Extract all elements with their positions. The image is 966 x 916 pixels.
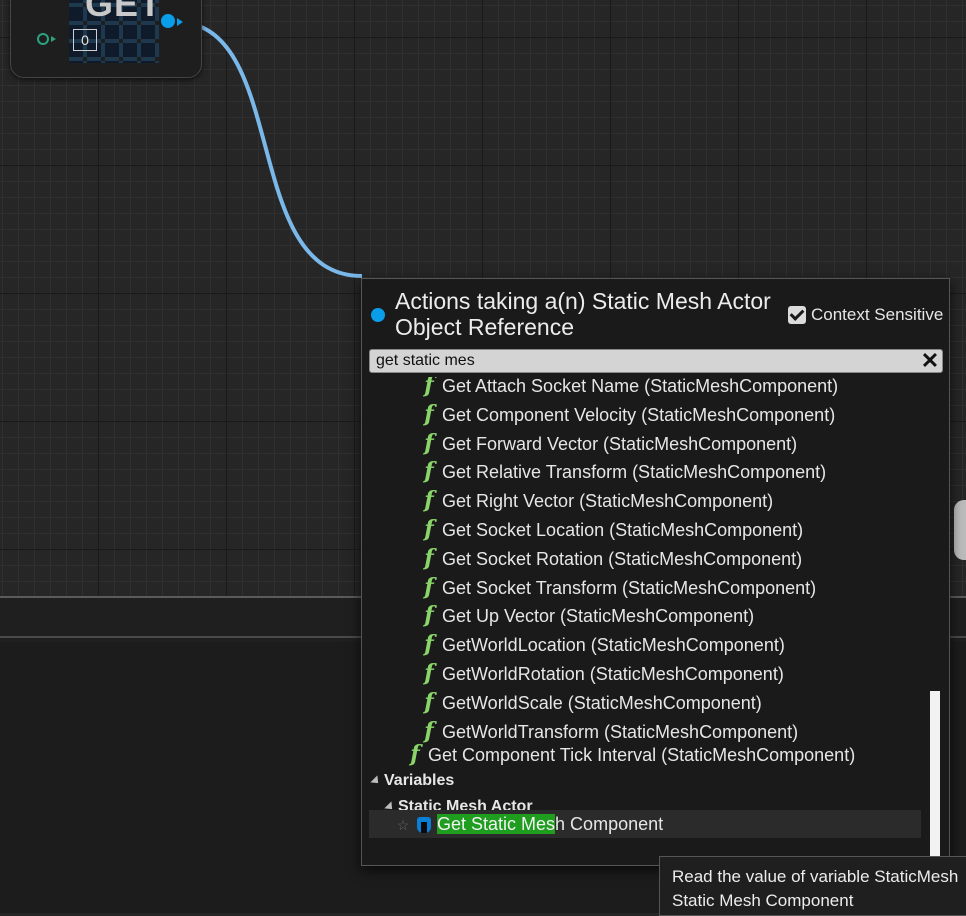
list-item[interactable]: f Get Component Velocity (StaticMeshCompo…	[418, 400, 925, 428]
function-icon: f	[424, 487, 434, 514]
function-icon: f	[424, 688, 434, 715]
scrollbar-thumb[interactable]	[930, 691, 940, 861]
action-list: f Get Attach Socket Name (StaticMeshCompo…	[369, 377, 925, 861]
node-title: GET	[85, 0, 163, 24]
list-item[interactable]: f GetWorldLocation (StaticMeshComponent)	[418, 630, 925, 658]
category-variables[interactable]: Variables	[370, 768, 925, 794]
context-sensitive-checkbox[interactable]	[788, 306, 806, 324]
list-item-label: Get Socket Transform (StaticMeshComponen…	[442, 577, 817, 598]
function-icon: f	[424, 602, 434, 629]
function-icon: f	[424, 429, 434, 456]
function-icon: f	[424, 573, 434, 600]
function-icon: f	[424, 377, 434, 398]
list-item-label: Get Attach Socket Name (StaticMeshCompon…	[442, 377, 839, 396]
object-pin-icon	[371, 308, 385, 322]
list-item[interactable]: f Get Relative Transform (StaticMeshCompo…	[418, 457, 925, 485]
menu-title: Actions taking a(n) Static Mesh Actor Ob…	[395, 288, 771, 340]
array-input-pin-icon[interactable]	[37, 33, 49, 45]
category-label: Variables	[384, 772, 455, 789]
search-match-highlight: Get Static Mes	[437, 814, 556, 834]
pin-arrow-icon	[177, 18, 183, 26]
star-icon[interactable]: ☆	[395, 811, 411, 839]
list-item[interactable]: f Get Socket Rotation (StaticMeshComponen…	[418, 544, 925, 572]
search-box[interactable]: ✕	[369, 349, 943, 373]
output-pin-icon[interactable]	[161, 14, 175, 28]
get-array-node[interactable]: GET 0	[10, 0, 202, 78]
search-input[interactable]	[370, 350, 922, 372]
function-icon: f	[424, 660, 434, 686]
action-menu: Actions taking a(n) Static Mesh Actor Ob…	[361, 278, 950, 866]
list-item-label: Get Component Tick Interval (StaticMeshC…	[428, 745, 856, 765]
list-item[interactable]: f Get Right Vector (StaticMeshComponent)	[418, 486, 925, 514]
list-item[interactable]: f GetWorldRotation (StaticMeshComponent)	[418, 659, 925, 687]
list-item[interactable]: f Get Socket Location (StaticMeshComponen…	[418, 515, 925, 543]
list-item[interactable]: f Get Forward Vector (StaticMeshComponent…	[418, 429, 925, 457]
list-item-label: Get Relative Transform (StaticMeshCompon…	[442, 462, 827, 483]
list-item[interactable]: f Get Component Tick Interval (StaticMesh…	[404, 740, 925, 768]
list-item[interactable]: f Get Socket Transform (StaticMeshCompone…	[418, 573, 925, 601]
tooltip-line-1: Read the value of variable StaticMesh	[672, 867, 959, 886]
function-icon: f	[424, 516, 434, 542]
list-item-label: GetWorldScale (StaticMeshComponent)	[442, 692, 762, 713]
list-item[interactable]: f GetWorldScale (StaticMeshComponent)	[418, 688, 925, 716]
context-sensitive-label: Context Sensitive	[811, 305, 944, 324]
variable-icon	[415, 815, 433, 835]
list-item-label: GetWorldLocation (StaticMeshComponent)	[442, 635, 785, 656]
list-item-label: Get Socket Location (StaticMeshComponent…	[442, 520, 804, 540]
scrollbar[interactable]	[930, 377, 940, 861]
tooltip-line-2: Static Mesh Component	[672, 891, 854, 910]
index-input[interactable]: 0	[73, 29, 97, 51]
list-item-label: Get Component Velocity (StaticMeshCompon…	[442, 404, 836, 425]
list-item-label: Get Up Vector (StaticMeshComponent)	[442, 606, 755, 627]
list-item-label: GetWorldRotation (StaticMeshComponent)	[442, 664, 784, 684]
context-sensitive-toggle[interactable]: Context Sensitive	[788, 305, 943, 325]
function-icon: f	[410, 741, 420, 767]
list-item[interactable]: f Get Attach Socket Name (StaticMeshCompo…	[418, 377, 925, 399]
selected-list-item[interactable]: ☆ Get Static Mesh Component	[369, 810, 921, 838]
list-item-label: Get Right Vector (StaticMeshComponent)	[442, 491, 774, 512]
function-icon: f	[424, 544, 434, 571]
tooltip: Read the value of variable StaticMesh St…	[659, 856, 966, 916]
list-item-label: Get Forward Vector (StaticMeshComponent)	[442, 433, 798, 454]
list-item-label: Get Socket Rotation (StaticMeshComponent…	[442, 548, 803, 569]
function-icon: f	[424, 458, 434, 485]
function-icon: f	[424, 631, 434, 658]
list-item[interactable]: f Get Up Vector (StaticMeshComponent)	[418, 601, 925, 629]
list-item-label: GetWorldTransform (StaticMeshComponent)	[442, 721, 799, 742]
close-icon[interactable]: ✕	[920, 350, 940, 372]
expand-arrow-icon	[370, 775, 382, 787]
list-item-label: h Component	[555, 814, 664, 834]
pin-arrow-icon	[51, 36, 56, 42]
function-icon: f	[424, 400, 434, 427]
